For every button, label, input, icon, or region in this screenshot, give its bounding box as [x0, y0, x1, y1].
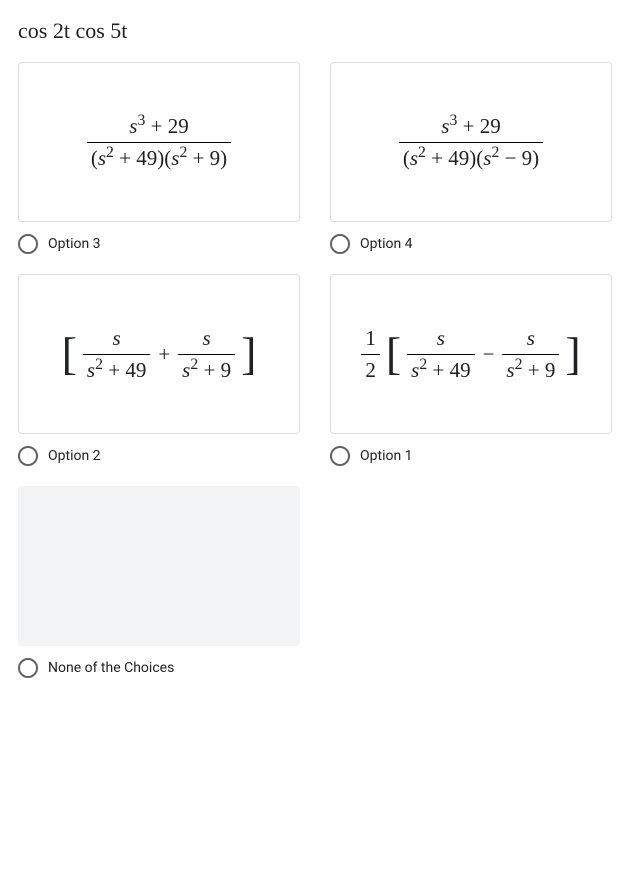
- radio-icon: [330, 446, 350, 466]
- option-label-4: Option 4: [360, 236, 413, 252]
- option-card-1[interactable]: 1 2 [ s s2 + 49 − s s2 + 9 ]: [330, 274, 612, 434]
- option-math-2: [ s s2 + 49 + s s2 + 9 ]: [62, 325, 257, 383]
- option-cell-1: 1 2 [ s s2 + 49 − s s2 + 9 ] Option 1: [330, 274, 612, 466]
- option-cell-none: None of the Choices: [18, 486, 300, 678]
- options-grid: s3 + 29 (s2 + 49)(s2 + 9) Option 3 s3 + …: [18, 62, 612, 678]
- option-label-1: Option 1: [360, 448, 413, 464]
- option-cell-4: s3 + 29 (s2 + 49)(s2 − 9) Option 4: [330, 62, 612, 254]
- option-card-2[interactable]: [ s s2 + 49 + s s2 + 9 ]: [18, 274, 300, 434]
- option-radio-4[interactable]: Option 4: [330, 234, 612, 254]
- option-label-3: Option 3: [48, 236, 101, 252]
- option-card-4[interactable]: s3 + 29 (s2 + 49)(s2 − 9): [330, 62, 612, 222]
- option-radio-none[interactable]: None of the Choices: [18, 658, 300, 678]
- option-label-2: Option 2: [48, 448, 101, 464]
- option-math-4: s3 + 29 (s2 + 49)(s2 − 9): [399, 113, 543, 171]
- radio-icon: [18, 234, 38, 254]
- radio-icon: [18, 658, 38, 678]
- option-cell-2: [ s s2 + 49 + s s2 + 9 ] Option 2: [18, 274, 300, 466]
- option-radio-3[interactable]: Option 3: [18, 234, 300, 254]
- question-text: cos 2t cos 5t: [18, 18, 612, 44]
- option-radio-1[interactable]: Option 1: [330, 446, 612, 466]
- option-math-1: 1 2 [ s s2 + 49 − s s2 + 9 ]: [361, 325, 580, 383]
- option-card-3[interactable]: s3 + 29 (s2 + 49)(s2 + 9): [18, 62, 300, 222]
- option-math-3: s3 + 29 (s2 + 49)(s2 + 9): [87, 113, 231, 171]
- option-card-none[interactable]: [18, 486, 300, 646]
- radio-icon: [330, 234, 350, 254]
- option-radio-2[interactable]: Option 2: [18, 446, 300, 466]
- option-label-none: None of the Choices: [48, 660, 174, 676]
- radio-icon: [18, 446, 38, 466]
- option-cell-3: s3 + 29 (s2 + 49)(s2 + 9) Option 3: [18, 62, 300, 254]
